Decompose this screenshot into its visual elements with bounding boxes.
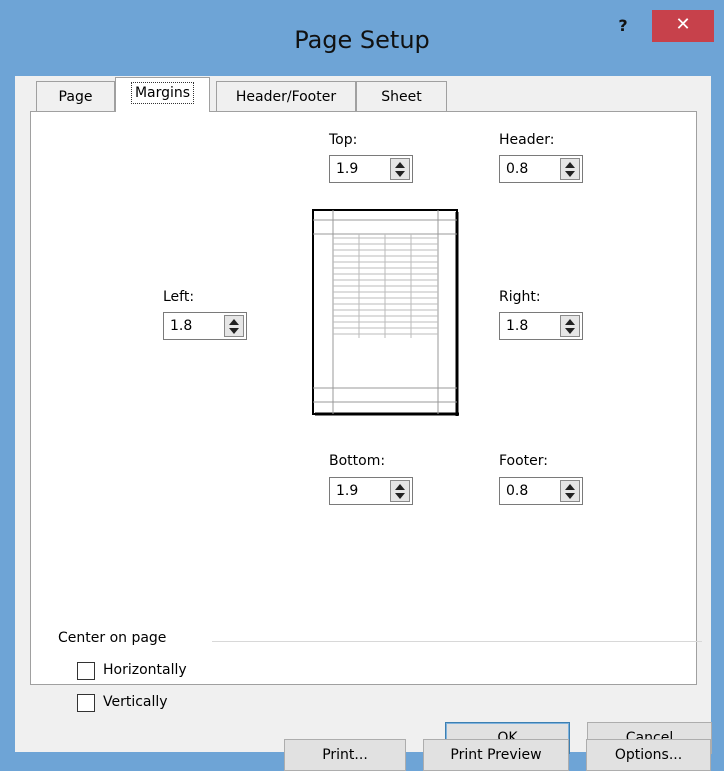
spin-down-icon[interactable] xyxy=(565,328,575,334)
spin-buttons[interactable] xyxy=(560,158,580,180)
tab-label: Header/Footer xyxy=(235,89,337,105)
tab-label: Margins xyxy=(130,82,195,104)
spin-down-icon[interactable] xyxy=(565,493,575,499)
top-label: Top: xyxy=(329,132,358,148)
tab-label: Sheet xyxy=(381,89,422,105)
spin-buttons[interactable] xyxy=(224,315,244,337)
footer-margin-spinner[interactable]: 0.8 xyxy=(499,477,583,505)
footer-margin-value[interactable]: 0.8 xyxy=(506,478,528,504)
dialog-client-area: Page Margins Header/Footer Sheet Top: 1.… xyxy=(15,76,712,771)
spin-up-icon[interactable] xyxy=(395,484,405,490)
help-button[interactable]: ? xyxy=(610,14,636,42)
vertically-label[interactable]: Vertically xyxy=(103,694,168,710)
right-margin-value[interactable]: 1.8 xyxy=(506,313,528,339)
close-button[interactable]: ✕ xyxy=(652,10,714,42)
left-margin-spinner[interactable]: 1.8 xyxy=(163,312,247,340)
bottom-margin-spinner[interactable]: 1.9 xyxy=(329,477,413,505)
help-icon: ? xyxy=(618,16,628,35)
print-preview-button[interactable]: Print Preview xyxy=(423,739,569,771)
spin-down-icon[interactable] xyxy=(565,171,575,177)
left-label: Left: xyxy=(163,289,195,305)
bottom-margin-value[interactable]: 1.9 xyxy=(336,478,358,504)
tab-page[interactable]: Page xyxy=(36,81,115,111)
center-on-page-heading: Center on page xyxy=(58,630,167,646)
left-margin-value[interactable]: 1.8 xyxy=(170,313,192,339)
spin-buttons[interactable] xyxy=(390,158,410,180)
margins-panel: Top: 1.9 Header: 0.8 Left: 1.8 Right: 1.… xyxy=(30,111,711,771)
tab-sheet[interactable]: Sheet xyxy=(356,81,447,111)
spin-up-icon[interactable] xyxy=(565,162,575,168)
vertically-checkbox[interactable] xyxy=(77,694,95,712)
right-label: Right: xyxy=(499,289,541,305)
horizontally-label[interactable]: Horizontally xyxy=(103,662,187,678)
spin-buttons[interactable] xyxy=(560,315,580,337)
title-bar: Page Setup ? ✕ xyxy=(0,0,724,76)
spin-up-icon[interactable] xyxy=(565,484,575,490)
spin-down-icon[interactable] xyxy=(395,493,405,499)
page-setup-dialog: Page Setup ? ✕ Page Margins Header/Foote… xyxy=(0,0,724,771)
header-label: Header: xyxy=(499,132,555,148)
top-margin-spinner[interactable]: 1.9 xyxy=(329,155,413,183)
tab-header-footer[interactable]: Header/Footer xyxy=(216,81,356,111)
spin-up-icon[interactable] xyxy=(565,319,575,325)
print-button[interactable]: Print... xyxy=(284,739,406,771)
spin-buttons[interactable] xyxy=(560,480,580,502)
spin-buttons[interactable] xyxy=(390,480,410,502)
footer-label: Footer: xyxy=(499,453,549,469)
right-margin-spinner[interactable]: 1.8 xyxy=(499,312,583,340)
options-button[interactable]: Options... xyxy=(586,739,711,771)
spin-up-icon[interactable] xyxy=(229,319,239,325)
section-divider xyxy=(212,641,702,642)
spin-down-icon[interactable] xyxy=(395,171,405,177)
spin-down-icon[interactable] xyxy=(229,328,239,334)
close-icon: ✕ xyxy=(675,14,691,35)
spin-up-icon[interactable] xyxy=(395,162,405,168)
header-margin-spinner[interactable]: 0.8 xyxy=(499,155,583,183)
margins-preview-page xyxy=(312,209,459,416)
top-margin-value[interactable]: 1.9 xyxy=(336,156,358,182)
preview-grid xyxy=(333,234,438,338)
bottom-label: Bottom: xyxy=(329,453,386,469)
tab-margins[interactable]: Margins xyxy=(115,77,210,112)
tab-label: Page xyxy=(58,89,93,105)
header-margin-value[interactable]: 0.8 xyxy=(506,156,528,182)
horizontally-checkbox[interactable] xyxy=(77,662,95,680)
